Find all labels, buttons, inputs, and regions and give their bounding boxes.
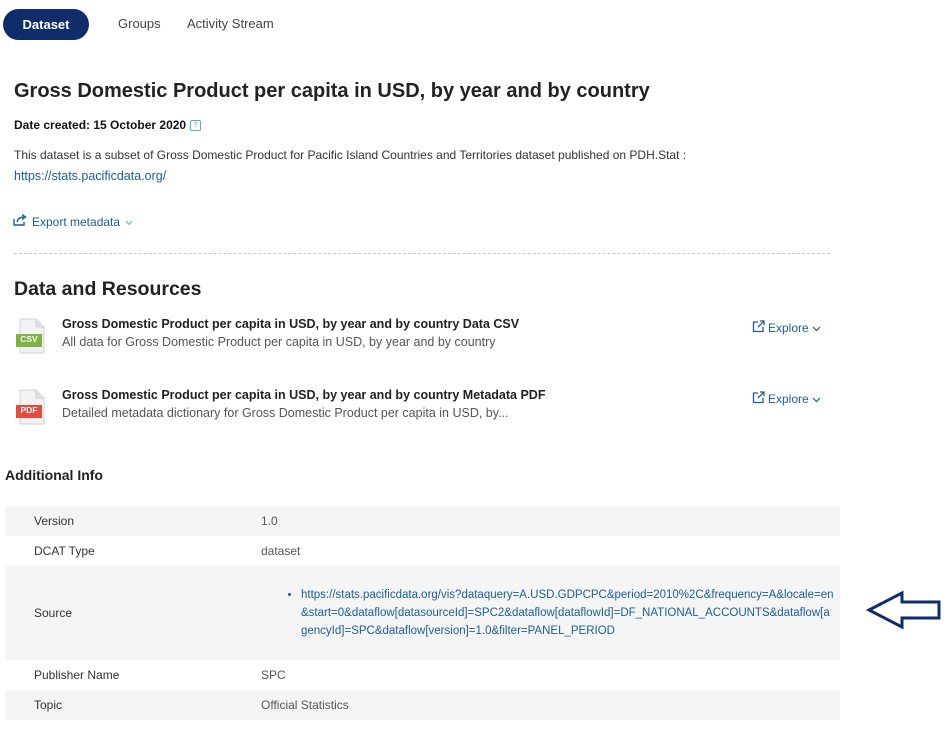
- explore-button-pdf[interactable]: Explore: [752, 391, 821, 407]
- table-row: Version 1.0: [5, 506, 840, 536]
- dataset-description: This dataset is a subset of Gross Domest…: [14, 148, 687, 162]
- chevron-down-icon: [812, 321, 821, 335]
- dataset-source-link[interactable]: https://stats.pacificdata.org/: [14, 169, 166, 183]
- source-link[interactable]: https://stats.pacificdata.org/vis?dataqu…: [301, 586, 840, 640]
- table-value-source: https://stats.pacificdata.org/vis?dataqu…: [261, 566, 840, 660]
- section-divider: [14, 253, 830, 254]
- table-key-publisher-name: Publisher Name: [5, 660, 261, 690]
- explore-button-csv[interactable]: Explore: [752, 320, 821, 336]
- external-link-icon: [752, 391, 765, 407]
- table-row: DCAT Type dataset: [5, 536, 840, 566]
- chevron-down-icon: [812, 392, 821, 406]
- export-metadata-button[interactable]: Export metadata: [13, 213, 133, 229]
- table-value-topic: Official Statistics: [261, 690, 840, 720]
- additional-info-table: Version 1.0 DCAT Type dataset Source htt…: [5, 506, 840, 720]
- date-created-row: Date created: 15 October 2020 ?: [14, 118, 202, 132]
- resource-title-pdf[interactable]: Gross Domestic Product per capita in USD…: [62, 388, 545, 402]
- table-key-dcat-type: DCAT Type: [5, 536, 261, 566]
- table-key-source: Source: [5, 566, 261, 660]
- export-metadata-label: Export metadata: [32, 214, 121, 229]
- pdf-format-label: PDF: [20, 405, 38, 415]
- page-title: Gross Domestic Product per capita in USD…: [14, 80, 650, 102]
- explore-label: Explore: [768, 392, 809, 406]
- table-value-dcat-type: dataset: [261, 536, 840, 566]
- table-value-version: 1.0: [261, 506, 840, 536]
- table-value-publisher-name: SPC: [261, 660, 840, 690]
- tab-groups[interactable]: Groups: [118, 16, 161, 31]
- resources-section-title: Data and Resources: [14, 278, 202, 300]
- table-key-topic: Topic: [5, 690, 261, 720]
- table-row: Publisher Name SPC: [5, 660, 840, 690]
- explore-label: Explore: [768, 321, 809, 335]
- tab-dataset[interactable]: Dataset: [3, 9, 89, 40]
- table-row: Topic Official Statistics: [5, 690, 840, 720]
- left-arrow-annotation-icon: [865, 590, 942, 630]
- table-key-version: Version: [5, 506, 261, 536]
- tab-activity-stream[interactable]: Activity Stream: [187, 16, 274, 31]
- resource-title-csv[interactable]: Gross Domestic Product per capita in USD…: [62, 317, 519, 331]
- csv-format-label: CSV: [20, 334, 38, 344]
- date-created-label: Date created: 15 October 2020: [14, 118, 187, 132]
- additional-info-title: Additional Info: [5, 467, 103, 483]
- share-icon: [13, 213, 27, 229]
- table-row: Source https://stats.pacificdata.org/vis…: [5, 566, 840, 660]
- external-link-icon: [752, 320, 765, 336]
- chevron-down-icon: [125, 215, 133, 229]
- info-icon[interactable]: ?: [190, 119, 202, 131]
- resource-description-csv: All data for Gross Domestic Product per …: [62, 335, 496, 349]
- resource-description-pdf: Detailed metadata dictionary for Gross D…: [62, 406, 509, 420]
- source-list: https://stats.pacificdata.org/vis?dataqu…: [261, 586, 840, 640]
